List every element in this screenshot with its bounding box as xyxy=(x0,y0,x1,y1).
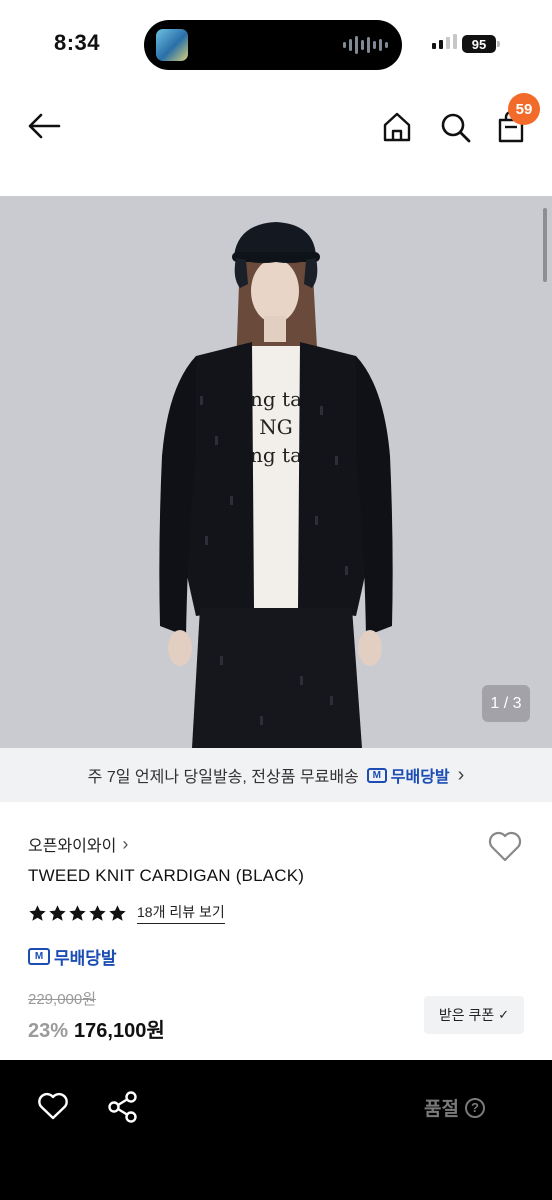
heart-icon xyxy=(488,831,522,862)
coupon-label: 받은 쿠폰 xyxy=(438,1007,495,1023)
brand-link[interactable]: 오픈와이와이 › xyxy=(28,832,128,856)
scrollbar-thumb[interactable] xyxy=(543,208,547,282)
product-title: TWEED KNIT CARDIGAN (BLACK) xyxy=(28,866,305,885)
delivery-truck-icon: M xyxy=(366,767,387,783)
wishlist-button[interactable] xyxy=(486,828,524,864)
chevron-right-icon: › xyxy=(122,833,129,854)
back-button[interactable] xyxy=(26,110,62,142)
bottom-wishlist-button[interactable] xyxy=(36,1090,70,1122)
now-playing-thumbnail xyxy=(156,29,188,61)
home-icon xyxy=(383,112,411,142)
cellular-signal-icon xyxy=(432,34,457,49)
brand-name: 오픈와이와이 xyxy=(28,838,117,855)
star-icon xyxy=(49,904,66,921)
shipping-banner[interactable]: 주 7일 언제나 당일발송, 전상품 무료배송 M 무배당발 › xyxy=(0,748,552,802)
chevron-right-icon: › xyxy=(457,763,465,786)
review-link[interactable]: 18개 리뷰 보기 xyxy=(137,902,225,924)
svg-text:NG: NG xyxy=(259,415,292,439)
share-button[interactable] xyxy=(106,1090,140,1124)
sold-out-button[interactable]: 품절 ? xyxy=(424,1094,485,1121)
star-icon xyxy=(109,904,126,921)
battery-indicator: 95 xyxy=(462,35,496,53)
original-price: 229,000원 xyxy=(28,991,97,1008)
rating-row: 18개 리뷰 보기 xyxy=(28,902,225,924)
bottom-action-bar xyxy=(0,1060,552,1200)
star-icon xyxy=(89,904,106,921)
sale-price: 176,100원 xyxy=(74,1020,165,1042)
audio-waveform-icon xyxy=(343,35,388,55)
free-delivery-badge-text: 무배당발 xyxy=(54,949,117,968)
heart-icon xyxy=(38,1092,68,1120)
cart-count-badge: 59 xyxy=(508,93,540,125)
received-coupon-button[interactable]: 받은 쿠폰 ✓ xyxy=(424,996,524,1034)
help-icon[interactable]: ? xyxy=(464,1097,485,1118)
search-icon xyxy=(441,113,471,143)
share-icon xyxy=(108,1091,137,1123)
status-time: 8:34 xyxy=(54,30,101,55)
star-icon xyxy=(29,904,46,921)
svg-text:ng ta: ng ta xyxy=(250,387,302,411)
product-image[interactable]: ng ta NG ng ta xyxy=(0,196,552,748)
rating-stars xyxy=(28,904,127,923)
svg-text:ng ta: ng ta xyxy=(250,443,302,467)
image-counter: 1 / 3 xyxy=(482,685,530,722)
star-icon xyxy=(69,904,86,921)
free-delivery-logo-text: 무배당발 xyxy=(390,769,450,786)
battery-tip xyxy=(497,41,500,47)
delivery-truck-icon: M xyxy=(28,948,50,965)
search-button[interactable] xyxy=(438,110,472,144)
price-row: 23% 176,100원 xyxy=(28,1014,165,1043)
arrow-left-icon xyxy=(28,113,61,139)
check-icon: ✓ xyxy=(498,1007,510,1022)
shipping-banner-text: 주 7일 언제나 당일발송, 전상품 무료배송 xyxy=(87,769,359,786)
free-delivery-logo: M 무배당발 xyxy=(366,763,450,787)
free-delivery-badge: M 무배당발 xyxy=(28,944,117,969)
product-photo-illustration: ng ta NG ng ta xyxy=(0,196,552,748)
dynamic-island xyxy=(144,20,402,70)
discount-rate: 23% xyxy=(28,1020,69,1042)
home-button[interactable] xyxy=(380,110,414,144)
sold-out-label: 품절 xyxy=(424,1099,459,1120)
